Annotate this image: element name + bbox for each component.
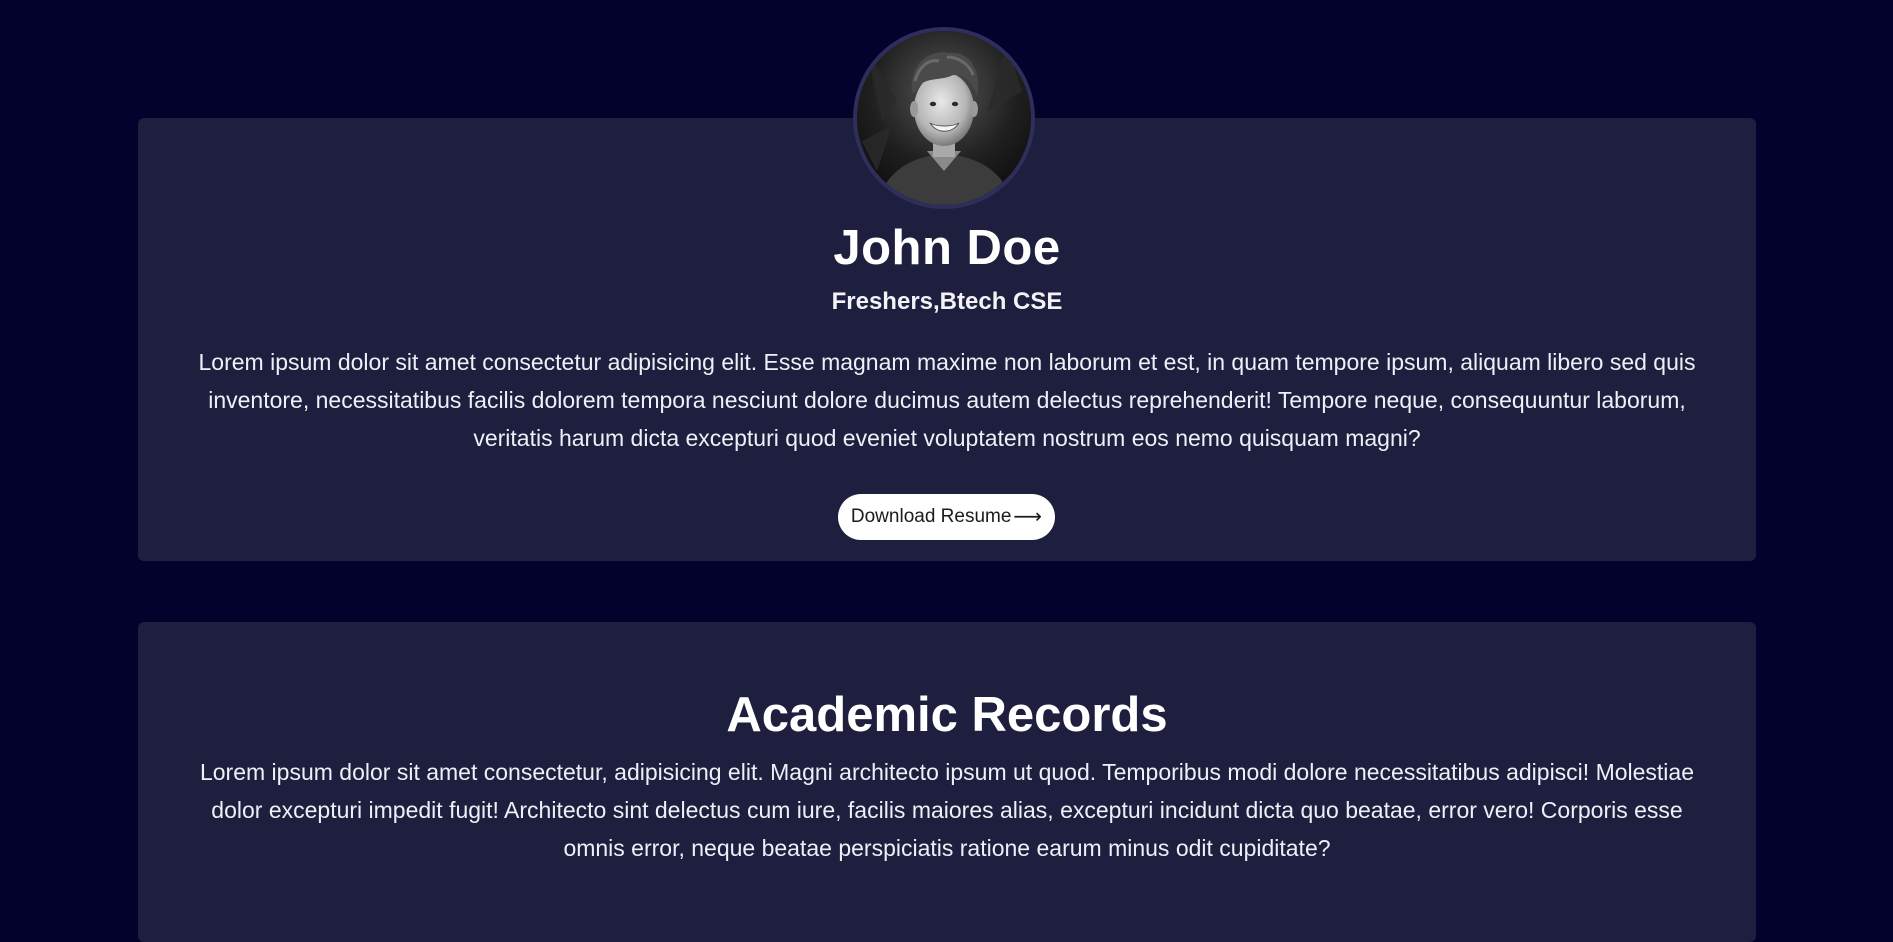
profile-photo (857, 31, 1031, 205)
profile-bio: Lorem ipsum dolor sit amet consectetur a… (198, 349, 1696, 451)
academic-records-text: Lorem ipsum dolor sit amet consectetur, … (199, 759, 1695, 861)
profile-avatar (853, 27, 1035, 209)
academic-records-title: Academic Records (726, 688, 1168, 742)
profile-name: John Doe (833, 221, 1061, 275)
download-resume-label: Download Resume (850, 506, 1012, 527)
academic-records-card: Academic Records Lorem ipsum dolor sit a… (138, 622, 1756, 942)
profile-subtitle: Freshers,Btech CSE (831, 288, 1063, 315)
download-resume-button[interactable]: Download Resume ⟶ (838, 494, 1055, 540)
arrow-right-icon: ⟶ (1013, 506, 1043, 528)
